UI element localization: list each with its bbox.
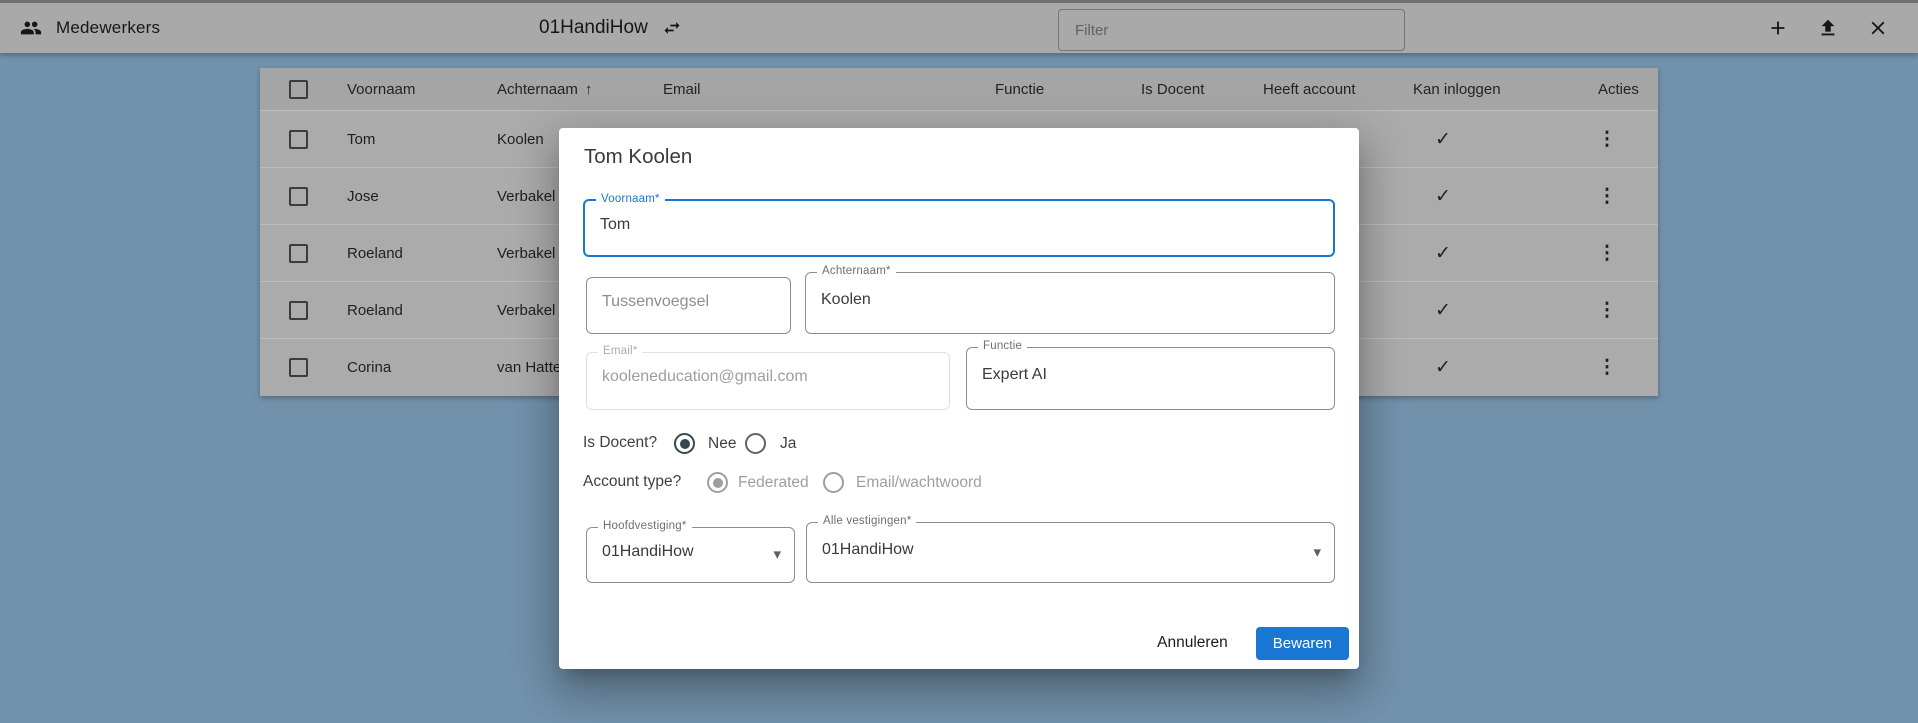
dots-vertical-icon[interactable]: ⋮ — [1594, 168, 1620, 224]
column-header-is-docent[interactable]: Is Docent — [1141, 68, 1204, 110]
close-icon[interactable] — [1866, 16, 1890, 40]
check-icon: ✓ — [1428, 111, 1458, 167]
select-all-checkbox[interactable] — [289, 80, 308, 99]
check-icon: ✓ — [1428, 225, 1458, 281]
alle-vestigingen-select[interactable]: Alle vestigingen* 01HandiHow ▾ — [806, 522, 1335, 583]
cell-achternaam: Verbakel — [497, 282, 555, 338]
cell-achternaam: van Hatte — [497, 339, 561, 396]
voornaam-label: Voornaam* — [596, 193, 665, 205]
check-icon: ✓ — [1428, 282, 1458, 338]
voornaam-value: Tom — [600, 216, 630, 234]
dropdown-caret-icon[interactable]: ▾ — [1313, 543, 1321, 561]
tussenvoegsel-field[interactable]: Tussenvoegsel — [586, 277, 791, 334]
row-checkbox[interactable] — [289, 301, 308, 320]
cell-voornaam: Jose — [347, 168, 379, 224]
hoofdvestiging-value: 01HandiHow — [602, 543, 694, 561]
column-header-voornaam[interactable]: Voornaam — [347, 68, 415, 110]
achternaam-value: Koolen — [821, 291, 871, 309]
alle-vestigingen-value: 01HandiHow — [822, 541, 914, 559]
row-checkbox[interactable] — [289, 187, 308, 206]
achternaam-label: Achternaam* — [817, 265, 896, 277]
row-checkbox[interactable] — [289, 244, 308, 263]
email-label: Email* — [598, 345, 642, 357]
row-checkbox[interactable] — [289, 358, 308, 377]
cell-voornaam: Tom — [347, 111, 375, 167]
account-type-radio-group: Account type? Federated Email/wachtwoord — [559, 471, 1359, 497]
dots-vertical-icon[interactable]: ⋮ — [1594, 339, 1620, 396]
dots-vertical-icon[interactable]: ⋮ — [1594, 225, 1620, 281]
hoofdvestiging-label: Hoofdvestiging* — [598, 520, 692, 532]
dots-vertical-icon[interactable]: ⋮ — [1594, 111, 1620, 167]
hoofdvestiging-select[interactable]: Hoofdvestiging* 01HandiHow ▾ — [586, 527, 795, 583]
account-type-label: Account type? — [583, 473, 681, 491]
radio-nee-label[interactable]: Nee — [708, 435, 736, 453]
table-header-row: Voornaam Achternaam↑ Email Functie Is Do… — [260, 68, 1658, 111]
email-field: Email* kooleneducation@gmail.com — [586, 352, 950, 410]
cell-achternaam: Verbakel — [497, 225, 555, 281]
sort-ascending-icon: ↑ — [585, 81, 593, 98]
people-icon — [20, 17, 42, 39]
app-bar: Medewerkers 01HandiHow Filter — [0, 0, 1918, 53]
radio-email-wachtwoord — [823, 472, 844, 493]
email-value: kooleneducation@gmail.com — [602, 368, 808, 386]
functie-field[interactable]: Functie Expert AI — [966, 347, 1335, 410]
dots-vertical-icon[interactable]: ⋮ — [1594, 282, 1620, 338]
column-header-acties[interactable]: Acties — [1598, 68, 1639, 110]
is-docent-label: Is Docent? — [583, 434, 657, 452]
radio-ja-label[interactable]: Ja — [780, 435, 796, 453]
voornaam-field[interactable]: Voornaam* Tom — [583, 199, 1335, 257]
radio-federated — [707, 472, 728, 493]
cell-achternaam: Verbakel — [497, 168, 555, 224]
edit-medewerker-dialog: Tom Koolen Voornaam* Tom Tussenvoegsel A… — [559, 128, 1359, 669]
check-icon: ✓ — [1428, 168, 1458, 224]
functie-label: Functie — [978, 340, 1027, 352]
functie-value: Expert AI — [982, 366, 1047, 384]
cell-achternaam: Koolen — [497, 111, 544, 167]
cancel-button[interactable]: Annuleren — [1147, 628, 1238, 658]
swap-horizontal-icon[interactable] — [662, 18, 682, 38]
row-checkbox[interactable] — [289, 130, 308, 149]
column-header-achternaam[interactable]: Achternaam↑ — [497, 68, 592, 110]
radio-federated-label: Federated — [738, 474, 809, 492]
radio-nee[interactable] — [674, 433, 695, 454]
save-button[interactable]: Bewaren — [1256, 627, 1349, 660]
radio-email-wachtwoord-label: Email/wachtwoord — [856, 474, 982, 492]
add-icon[interactable] — [1766, 16, 1790, 40]
filter-input[interactable]: Filter — [1058, 9, 1405, 51]
column-header-heeft-account[interactable]: Heeft account — [1263, 68, 1356, 110]
dialog-title: Tom Koolen — [584, 145, 692, 169]
column-header-kan-inloggen[interactable]: Kan inloggen — [1413, 68, 1501, 110]
radio-ja[interactable] — [745, 433, 766, 454]
achternaam-field[interactable]: Achternaam* Koolen — [805, 272, 1335, 334]
cell-voornaam: Roeland — [347, 282, 403, 338]
upload-icon[interactable] — [1816, 16, 1840, 40]
page-title: Medewerkers — [56, 18, 160, 38]
tussenvoegsel-placeholder: Tussenvoegsel — [602, 293, 709, 311]
cell-voornaam: Corina — [347, 339, 391, 396]
column-header-functie[interactable]: Functie — [995, 68, 1044, 110]
school-name: 01HandiHow — [539, 17, 648, 39]
check-icon: ✓ — [1428, 339, 1458, 396]
cell-voornaam: Roeland — [347, 225, 403, 281]
column-header-email[interactable]: Email — [663, 68, 701, 110]
filter-placeholder: Filter — [1075, 22, 1108, 39]
alle-vestigingen-label: Alle vestigingen* — [818, 515, 916, 527]
dropdown-caret-icon[interactable]: ▾ — [773, 545, 781, 563]
is-docent-radio-group: Is Docent? Nee Ja — [559, 432, 1359, 458]
